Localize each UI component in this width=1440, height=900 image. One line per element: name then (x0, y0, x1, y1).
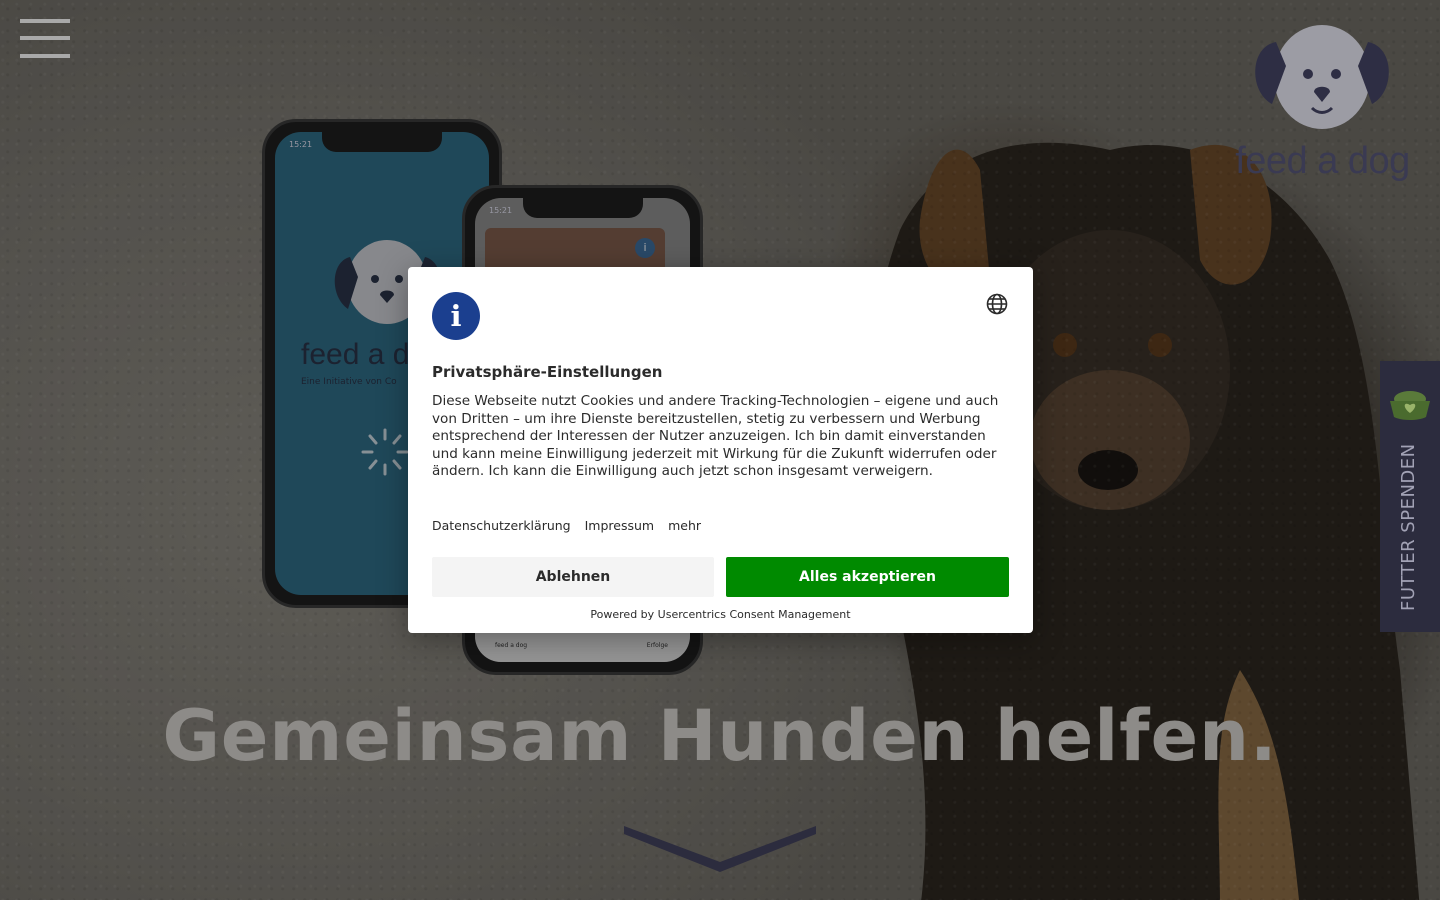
consent-text: Diese Webseite nutzt Cookies und andere … (432, 393, 999, 480)
info-icon: i (432, 292, 480, 340)
more-link[interactable]: mehr (668, 518, 701, 533)
donate-food-tab[interactable]: FUTTER SPENDEN (1380, 361, 1440, 632)
accept-all-button[interactable]: Alles akzeptieren (726, 557, 1009, 597)
chevron-down-icon[interactable] (624, 820, 816, 872)
logo-text: feed a dog (1235, 140, 1410, 182)
consent-links: Datenschutzerklärung Impressum mehr (432, 518, 711, 533)
hamburger-menu-icon[interactable] (20, 19, 70, 59)
dog-head-icon (1255, 25, 1389, 129)
privacy-policy-link[interactable]: Datenschutzerklärung (432, 518, 571, 533)
consent-title: Privatsphäre-Einstellungen (432, 363, 663, 381)
language-globe-icon[interactable] (986, 293, 1008, 315)
privacy-consent-dialog: i Privatsphäre-Einstellungen Diese Webse… (408, 267, 1033, 633)
deny-button[interactable]: Ablehnen (432, 557, 714, 597)
donate-label: FUTTER SPENDEN (1398, 443, 1419, 611)
hero-slogan: Gemeinsam Hunden helfen. (162, 695, 1278, 777)
food-bowl-icon (1390, 391, 1430, 420)
powered-by-text: Powered by Usercentrics Consent Manageme… (590, 608, 851, 621)
imprint-link[interactable]: Impressum (585, 518, 654, 533)
site-logo[interactable]: feed a dog (1220, 22, 1425, 182)
